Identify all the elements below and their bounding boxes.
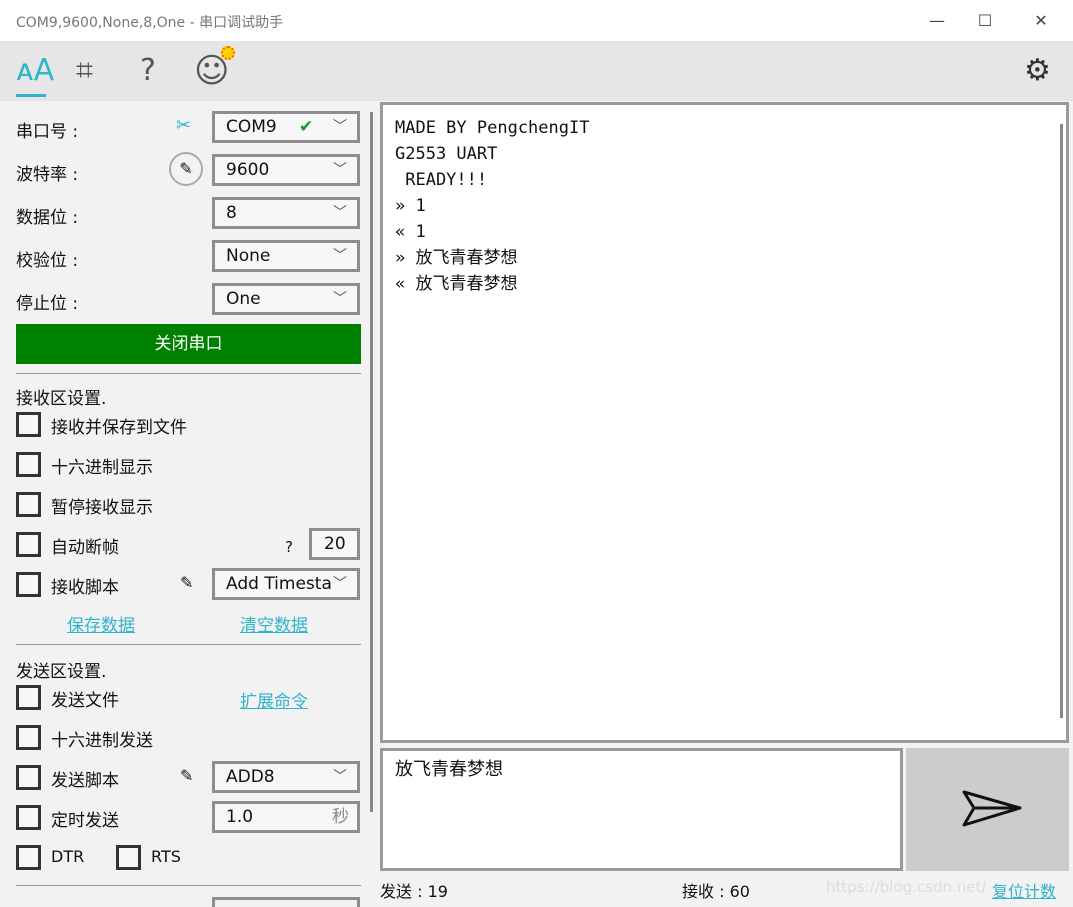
receive-scrollbar[interactable] xyxy=(1060,124,1063,718)
receive-settings-title: 接收区设置. xyxy=(16,389,107,409)
divider xyxy=(16,373,361,374)
title-bar: COM9,9600,None,8,One - 串口调试助手 — ☐ ✕ xyxy=(0,0,1073,41)
close-port-button[interactable]: 关闭串口 xyxy=(16,324,361,364)
receive-line: « 1 xyxy=(395,222,426,242)
pin-icon[interactable]: ✂ xyxy=(176,115,191,136)
chevron-down-icon: ﹀ xyxy=(333,769,347,785)
receive-line: READY!!! xyxy=(395,170,488,190)
receive-line: » 放飞青春梦想 xyxy=(395,248,518,268)
send-script-checkbox[interactable] xyxy=(16,765,41,790)
send-button[interactable] xyxy=(906,748,1069,871)
parity-value: None xyxy=(226,246,271,266)
frame-help-icon[interactable]: ? xyxy=(285,538,293,556)
maximize-button[interactable]: ☐ xyxy=(962,6,1008,36)
receive-script-value: Add Timesta xyxy=(226,574,332,594)
help-icon[interactable]: ? xyxy=(140,51,156,91)
save-to-file-checkbox[interactable] xyxy=(16,412,41,437)
baud-select[interactable]: 9600 ﹀ xyxy=(212,154,360,186)
active-tab-indicator xyxy=(16,94,46,97)
dtr-label: DTR xyxy=(51,847,85,866)
clear-data-link[interactable]: 清空数据 xyxy=(240,611,308,636)
receive-script-checkbox[interactable] xyxy=(16,572,41,597)
check-icon: ✔ xyxy=(299,117,314,137)
partial-select[interactable] xyxy=(212,897,360,907)
script-edit-icon[interactable]: ✎ xyxy=(180,573,193,592)
databits-value: 8 xyxy=(226,203,237,223)
sun-badge-icon xyxy=(221,46,235,60)
settings-icon[interactable]: ⚙ xyxy=(1024,51,1051,91)
parity-label: 校验位 : xyxy=(16,251,79,271)
stopbits-label: 停止位 : xyxy=(16,294,79,314)
close-button[interactable]: ✕ xyxy=(1018,6,1064,36)
checkbox-label: 接收脚本 xyxy=(51,578,119,598)
chevron-down-icon: ﹀ xyxy=(333,162,347,178)
receive-area[interactable]: MADE BY PengchengIT G2553 UART READY!!! » … xyxy=(380,102,1069,743)
interval-unit: 秒 xyxy=(332,807,349,827)
parity-select[interactable]: None ﹀ xyxy=(212,240,360,272)
rts-checkbox[interactable] xyxy=(116,845,141,870)
port-label: 串口号 : xyxy=(16,122,79,142)
divider xyxy=(16,885,361,886)
send-icon xyxy=(962,790,1022,827)
send-script-value: ADD8 xyxy=(226,767,275,787)
baud-label: 波特率 : xyxy=(16,165,79,185)
checkbox-label: 暂停接收显示 xyxy=(51,498,153,518)
checkbox-label: 十六进制显示 xyxy=(51,458,153,478)
sent-count: 发送 : 19 xyxy=(380,882,448,901)
checkbox-label: 发送文件 xyxy=(51,691,119,711)
receive-script-select[interactable]: Add Timesta ﹀ xyxy=(212,568,360,600)
checkbox-label: 自动断帧 xyxy=(51,538,119,558)
send-file-checkbox[interactable] xyxy=(16,685,41,710)
hex-send-checkbox[interactable] xyxy=(16,725,41,750)
send-settings-title: 发送区设置. xyxy=(16,662,107,682)
font-icon[interactable]: ᴀA xyxy=(16,51,54,91)
window-title: COM9,9600,None,8,One - 串口调试助手 xyxy=(16,15,284,31)
databits-label: 数据位 : xyxy=(16,208,79,228)
checkbox-label: 定时发送 xyxy=(51,811,119,831)
left-scrollbar[interactable] xyxy=(370,112,373,812)
chevron-down-icon: ﹀ xyxy=(333,119,347,135)
interval-input[interactable]: 1.0 秒 xyxy=(212,801,360,833)
watermark: https://blog.csdn.net/pen xyxy=(826,878,986,896)
auto-frame-checkbox[interactable] xyxy=(16,532,41,557)
reset-count-link[interactable]: 复位计数 xyxy=(992,878,1056,902)
send-input[interactable]: 放飞青春梦想 xyxy=(380,748,903,871)
port-value: COM9 xyxy=(226,117,277,137)
timed-send-checkbox[interactable] xyxy=(16,805,41,830)
receive-line: G2553 UART xyxy=(395,144,498,164)
port-select[interactable]: COM9 ✔ ﹀ xyxy=(212,111,360,143)
checkbox-label: 发送脚本 xyxy=(51,771,119,791)
dtr-checkbox[interactable] xyxy=(16,845,41,870)
crop-icon[interactable]: ⌗ xyxy=(76,51,93,91)
receive-line: » 1 xyxy=(395,196,426,216)
pause-display-checkbox[interactable] xyxy=(16,492,41,517)
received-count: 接收 : 60 xyxy=(682,882,750,901)
script-edit-icon[interactable]: ✎ xyxy=(180,766,193,785)
minimize-button[interactable]: — xyxy=(914,6,960,36)
chevron-down-icon: ﹀ xyxy=(333,576,347,592)
extended-commands-link[interactable]: 扩展命令 xyxy=(240,687,308,712)
baud-value: 9600 xyxy=(226,160,270,180)
send-script-select[interactable]: ADD8 ﹀ xyxy=(212,761,360,793)
frame-timeout-input[interactable]: 20 xyxy=(309,528,360,560)
receive-line: « 放飞青春梦想 xyxy=(395,274,518,294)
divider xyxy=(16,644,361,645)
receive-line: MADE BY PengchengIT xyxy=(395,118,590,138)
checkbox-label: 十六进制发送 xyxy=(51,731,153,751)
chevron-down-icon: ﹀ xyxy=(333,205,347,221)
hex-display-checkbox[interactable] xyxy=(16,452,41,477)
interval-value: 1.0 xyxy=(226,807,254,827)
stopbits-value: One xyxy=(226,289,261,309)
save-data-link[interactable]: 保存数据 xyxy=(67,611,135,636)
toolbar: ᴀA ⌗ ? ☺ ⚙ xyxy=(0,41,1073,101)
pen-icon[interactable]: ✎ xyxy=(169,152,203,186)
databits-select[interactable]: 8 ﹀ xyxy=(212,197,360,229)
rts-label: RTS xyxy=(151,847,181,866)
chevron-down-icon: ﹀ xyxy=(333,248,347,264)
stopbits-select[interactable]: One ﹀ xyxy=(212,283,360,315)
chevron-down-icon: ﹀ xyxy=(333,291,347,307)
checkbox-label: 接收并保存到文件 xyxy=(51,418,187,438)
